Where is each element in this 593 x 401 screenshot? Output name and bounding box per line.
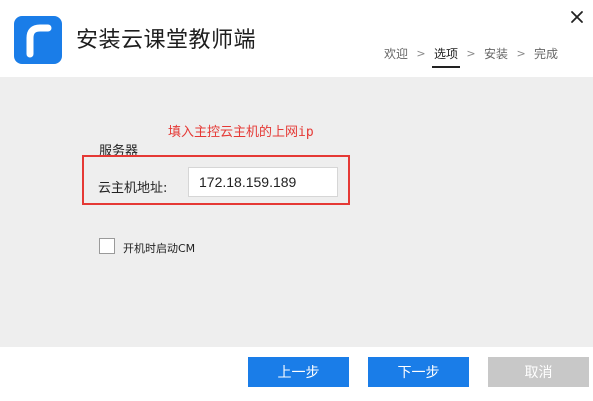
step-separator: > xyxy=(416,47,426,60)
step-welcome: 欢迎 xyxy=(384,47,409,61)
header: 安装云课堂教师端 欢迎 > 选项 > 安装 > 完成 xyxy=(0,0,593,77)
host-address-label: 云主机地址: xyxy=(98,181,168,196)
step-indicator: 欢迎 > 选项 > 安装 > 完成 xyxy=(382,46,560,68)
step-separator: > xyxy=(466,47,476,60)
step-finish: 完成 xyxy=(534,47,559,61)
annotation-hint: 填入主控云主机的上网ip xyxy=(168,125,314,140)
close-icon[interactable] xyxy=(566,6,588,28)
host-address-input[interactable] xyxy=(188,167,338,197)
next-button[interactable]: 下一步 xyxy=(368,357,469,387)
step-options: 选项 xyxy=(432,46,461,68)
footer-bar: 上一步 下一步 取消 xyxy=(0,347,593,401)
autostart-checkbox[interactable] xyxy=(99,238,115,254)
app-logo-icon xyxy=(14,16,62,64)
step-install: 安装 xyxy=(484,47,509,61)
step-separator: > xyxy=(516,47,526,60)
window-title: 安装云课堂教师端 xyxy=(76,28,257,53)
options-panel: 填入主控云主机的上网ip 服务器 云主机地址: 开机时启动CM xyxy=(0,77,593,347)
autostart-label[interactable]: 开机时启动CM xyxy=(123,240,195,256)
cancel-button[interactable]: 取消 xyxy=(488,357,589,387)
previous-button[interactable]: 上一步 xyxy=(248,357,349,387)
